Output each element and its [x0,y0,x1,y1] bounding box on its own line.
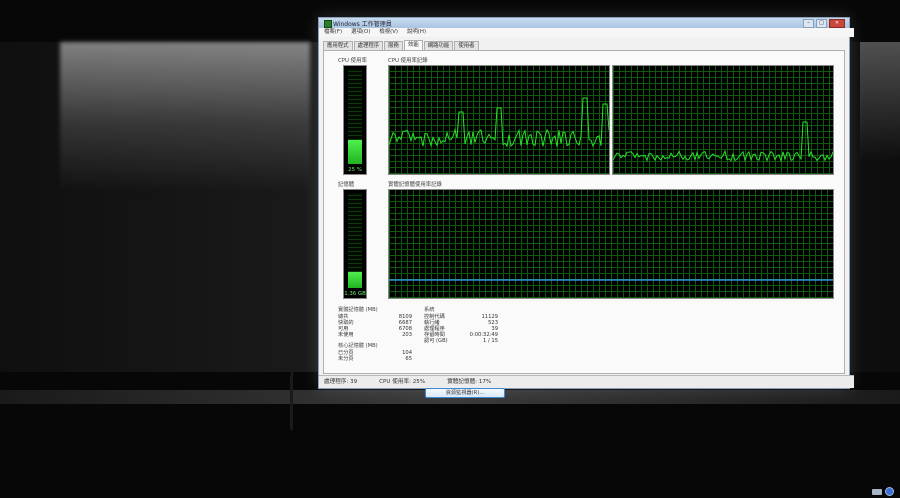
physical-memory-stats: 實體記憶體 (MB) 總共 8109 快取的 6687 可用 6708 未使用 203 [338,307,412,338]
osd-glyph-icon [872,488,882,495]
memory-usage-fill [348,272,362,288]
menu-file[interactable]: 檔案(F) [324,28,342,37]
task-manager-window: Windows 工作管理員 – □ ✕ 檔案(F) 選項(O) 檢視(V) 說明… [318,17,854,398]
status-memory: 實體記憶體: 17% [447,379,492,385]
menu-view[interactable]: 檢視(V) [379,28,398,37]
cpu-history-label: CPU 使用率記錄 [388,58,428,64]
cpu-usage-fill [348,140,362,164]
task-manager-icon [324,20,332,28]
memory-usage-meter: 1.36 GB [343,189,367,299]
cpu-core-2-line [613,121,833,163]
cpu-core-1-line [389,97,609,148]
physical-memory-title: 實體記憶體 (MB) [338,307,378,313]
cpu-usage-value: 25 % [348,167,362,173]
menu-options[interactable]: 選項(O) [351,28,370,37]
memory-usage-value: 1.36 GB [344,291,366,297]
stat-row: 未使用 203 [338,332,412,338]
tab-processes[interactable]: 處理程序 [353,41,384,50]
tab-networking[interactable]: 網路功能 [423,41,454,50]
cpu-usage-label: CPU 使用率 [338,58,367,64]
menu-bar: 檔案(F) 選項(O) 檢視(V) 說明(H) [319,28,854,37]
kernel-memory-title: 核心記憶體 (MB) [338,343,378,349]
resource-monitor-button[interactable]: 資源監視器(R)... [425,388,505,398]
tab-users[interactable]: 使用者 [454,41,479,50]
close-button[interactable]: ✕ [829,19,845,28]
monitor-cable [290,360,307,430]
system-title: 系統 [424,307,435,313]
memory-usage-label: 記憶體 [338,182,355,188]
window-controls: – □ ✕ [803,19,845,28]
tab-strip: 應用程式 處理程序 服務 效能 網路功能 使用者 [323,40,479,50]
cpu-history-graph-core-1 [388,65,610,175]
title-bar[interactable]: Windows 工作管理員 – □ ✕ [319,18,849,28]
window-title: Windows 工作管理員 [333,21,392,28]
stat-row: 未分頁 65 [338,356,412,362]
memory-history-label: 實體記憶體使用率記錄 [388,182,442,188]
memory-history-graph [388,189,834,299]
performance-panel: CPU 使用率 CPU 使用率記錄 25 % 記憶體 實體記憶體使用率記錄 1.… [323,50,845,398]
status-bar: 處理程序: 39 CPU 使用率: 25% 實體記憶體: 17% [319,375,854,388]
right-light [860,42,900,162]
tab-applications[interactable]: 應用程式 [323,41,353,50]
menu-help[interactable]: 說明(H) [407,28,426,37]
cpu-history-graph-core-2 [612,65,834,175]
cpu-core-1-chart [389,97,609,148]
stat-row: 認可 (GB) 1 / 15 [424,338,498,344]
maximize-button[interactable]: □ [816,19,827,28]
cpu-usage-meter: 25 % [343,65,367,175]
tab-performance[interactable]: 效能 [403,40,423,50]
tab-services[interactable]: 服務 [384,41,403,50]
system-stats: 系統 控制代碼 11129 執行緒 523 處理程序 39 存留時間 0:00:32:4… [424,307,498,344]
kernel-memory-stats: 核心記憶體 (MB) 已分頁 104 未分頁 65 [338,343,412,362]
status-cpu: CPU 使用率: 25% [379,379,426,385]
window-light [60,42,310,192]
minimize-button[interactable]: – [803,19,814,28]
osd-round-icon [885,487,894,496]
memory-history-chart [389,279,833,281]
cpu-core-2-chart [613,121,833,163]
status-processes: 處理程序: 39 [324,379,358,385]
corner-osd [872,487,894,496]
